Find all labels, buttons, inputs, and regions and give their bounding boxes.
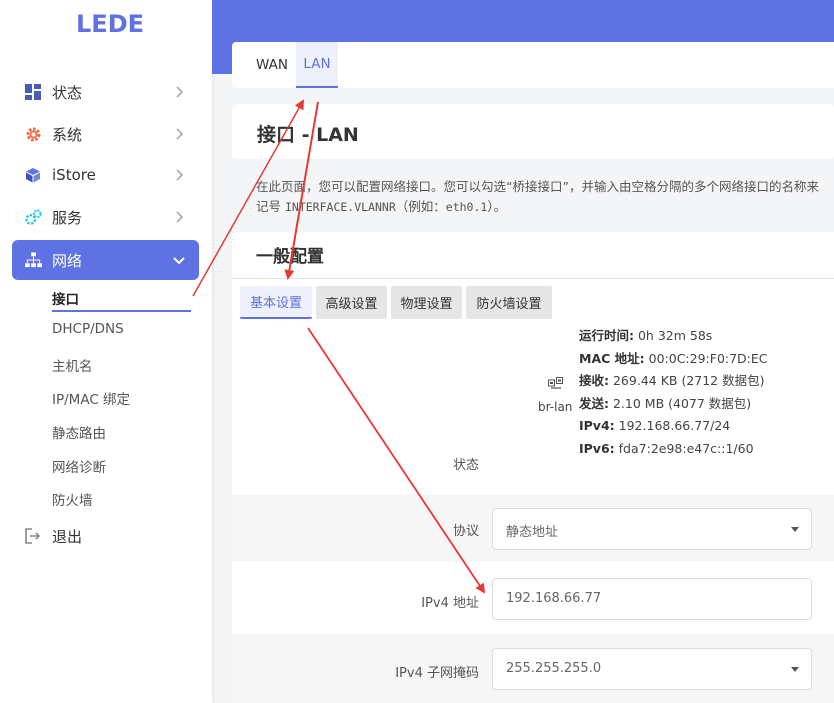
sidebar-item-label: 退出 [52,527,83,546]
subtab-physical-settings[interactable]: 物理设置 [391,286,462,319]
uptime-value: 0h 32m 58s [637,328,713,343]
tx-value: 2.10 MB (4077 数据包) [612,395,752,411]
rx-label: 接收: [579,373,609,388]
protocol-value: 静态地址 [506,525,559,540]
ipv6-line: IPv6: fda7:2e98:e47c::1/60 [579,438,768,461]
sidebar-item-label: 状态 [52,83,83,102]
sidebar-item-label: 网络 [52,251,83,270]
ipv4-address-value: 192.168.66.77 [506,591,602,606]
sidebar-item-istore[interactable]: iStore [12,155,199,195]
uptime-label: 运行时间: [579,328,634,343]
rx-line: 接收: 269.44 KB (2712 数据包) [579,370,768,393]
ipv6-status-value: fda7:2e98:e47c::1/60 [618,440,754,456]
tx-line: 发送: 2.10 MB (4077 数据包) [579,393,768,416]
title-card: 接口 - LAN [232,104,834,159]
interface-tabs: WAN LAN [232,42,834,88]
ipv4-address-row: IPv4 地址 192.168.66.77 [232,562,834,634]
netmask-row: IPv4 子网掩码 255.255.255.0 [232,634,834,703]
active-underline [52,310,191,312]
sidebar-subitem-interfaces[interactable]: 接口 [52,288,79,308]
dropdown-caret-icon [791,667,799,672]
sidebar: LEDE 状态 系统 iStore 服务 网络 接口 DHCP/DNS 主机名 … [0,0,212,703]
ipv6-status-label: IPv6: [579,440,615,456]
protocol-row: 协议 静态地址 [232,494,834,562]
tab-lan[interactable]: LAN [296,42,338,88]
sidebar-item-logout[interactable]: 退出 [12,516,199,556]
cube-icon [24,166,42,184]
rx-value: 269.44 KB (2712 数据包) [612,373,765,388]
description-line-1: 在此页面，您可以配置网络接口。您可以勾选“桥接接口”，并输入由空格分隔的多个网络… [256,179,819,194]
status-details: 运行时间: 0h 32m 58s MAC 地址: 00:0C:29:F0:7D:… [579,325,768,460]
logout-icon [24,527,42,545]
ipv4-address-input[interactable]: 192.168.66.77 [492,578,812,620]
chevron-right-icon [176,169,184,181]
section-title: 一般配置 [256,247,324,267]
mac-value: 00:0C:29:F0:7D:EC [648,350,768,366]
page-title: 接口 - LAN [257,124,359,146]
ipv4-status-label: IPv4: [579,418,615,433]
mac-line: MAC 地址: 00:0C:29:F0:7D:EC [579,348,768,371]
sidebar-subitem-ip-mac-binding[interactable]: IP/MAC 绑定 [52,388,130,408]
chevron-right-icon [176,211,184,223]
description-code: INTERFACE.VLANNR [284,200,396,214]
description-text: （例如： [395,199,446,214]
sidebar-item-label: 系统 [52,125,83,144]
description-line-2: 记号 INTERFACE.VLANNR（例如：eth0.1）。 [256,197,834,217]
description-text: ）。 [487,199,507,214]
sidebar-subitem-dhcp-dns[interactable]: DHCP/DNS [52,321,124,337]
sidebar-item-label: iStore [52,166,96,184]
chevron-right-icon [176,128,184,140]
status-label: 状态 [452,458,479,473]
netmask-select[interactable]: 255.255.255.0 [492,648,812,690]
dropdown-caret-icon [791,527,799,532]
sidebar-item-system[interactable]: 系统 [12,114,199,154]
sidebar-subitem-firewall[interactable]: 防火墙 [52,489,93,509]
network-icon [24,251,42,269]
sidebar-subitem-diagnostics[interactable]: 网络诊断 [52,456,106,476]
chevron-right-icon [176,86,184,98]
description-code: eth0.1 [445,200,488,214]
tx-label: 发送: [579,395,609,411]
gear-icon [24,125,42,143]
general-config-card: 一般配置 基本设置 高级设置 物理设置 防火墙设置 状态 br-lan 运行时间… [232,232,834,703]
ipv4-status-value: 192.168.66.77/24 [618,418,731,433]
chevron-down-icon [173,257,185,265]
sidebar-item-services[interactable]: 服务 [12,197,199,237]
divider [232,278,834,279]
device-name: br-lan [538,400,573,414]
netmask-label: IPv4 子网掩码 [395,666,479,681]
description-text: 记号 [256,199,285,214]
protocol-select[interactable]: 静态地址 [492,508,812,550]
sidebar-subitem-hostnames[interactable]: 主机名 [52,355,93,375]
dashboard-icon [24,83,42,101]
netmask-value: 255.255.255.0 [506,661,602,676]
page-description: 在此页面，您可以配置网络接口。您可以勾选“桥接接口”，并输入由空格分隔的多个网络… [256,177,834,217]
subtab-firewall-settings[interactable]: 防火墙设置 [466,286,552,319]
ipv4-address-label: IPv4 地址 [421,596,479,611]
cogs-icon [24,208,42,226]
sidebar-item-status[interactable]: 状态 [12,72,199,112]
protocol-label: 协议 [452,524,479,539]
mac-label: MAC 地址: [579,350,645,366]
ipv4-line: IPv4: 192.168.66.77/24 [579,415,768,438]
sidebar-item-label: 服务 [52,208,83,227]
sidebar-item-network[interactable]: 网络 [12,240,199,280]
status-row: 状态 br-lan 运行时间: 0h 32m 58s MAC 地址: 00:0C… [232,326,834,496]
tab-wan[interactable]: WAN [248,42,296,88]
logo[interactable]: LEDE [76,10,144,38]
sidebar-subitem-static-routes[interactable]: 静态路由 [52,422,106,442]
ethernet-ports-icon [548,377,563,389]
subtab-advanced-settings[interactable]: 高级设置 [316,286,387,319]
subtab-basic-settings[interactable]: 基本设置 [240,286,312,319]
uptime-line: 运行时间: 0h 32m 58s [579,325,768,348]
